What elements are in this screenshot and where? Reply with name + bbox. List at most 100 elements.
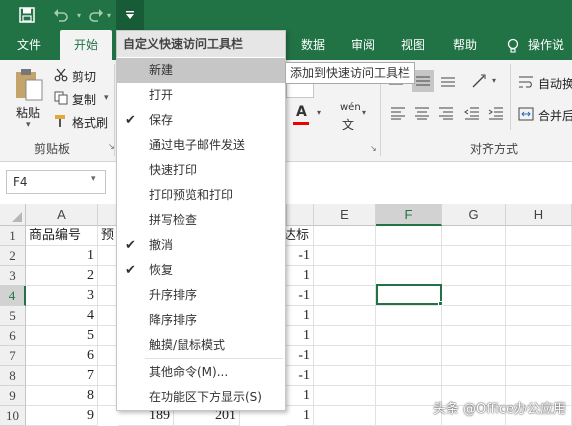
cell-b4[interactable]: [98, 286, 118, 306]
row-header[interactable]: 4: [0, 286, 26, 306]
row-header[interactable]: 9: [0, 386, 26, 406]
cell-h7[interactable]: [506, 346, 572, 366]
cell-e6[interactable]: [314, 326, 376, 346]
cell-f6[interactable]: [376, 326, 442, 346]
menu-item[interactable]: 拼写检查: [117, 208, 285, 233]
tell-me-search[interactable]: 操作说: [528, 30, 572, 60]
name-box-dropdown-icon[interactable]: ▾: [91, 174, 96, 184]
cell-b1[interactable]: 预: [98, 226, 118, 246]
align-right-icon[interactable]: [438, 106, 454, 120]
cell-g2[interactable]: [442, 246, 506, 266]
cell-f2[interactable]: [376, 246, 442, 266]
cell-e3[interactable]: [314, 266, 376, 286]
cell-f7[interactable]: [376, 346, 442, 366]
row-header[interactable]: 5: [0, 306, 26, 326]
cell-a9[interactable]: 8: [26, 386, 98, 406]
cell-d6[interactable]: 1: [286, 326, 314, 346]
copy-dropdown-icon[interactable]: ▾: [104, 93, 109, 103]
merge-center-icon[interactable]: [518, 106, 534, 122]
fill-handle[interactable]: [438, 301, 443, 306]
align-left-icon[interactable]: [390, 106, 406, 120]
cell-d5[interactable]: 1: [286, 306, 314, 326]
cell-g1[interactable]: [442, 226, 506, 246]
cell-g4[interactable]: [442, 286, 506, 306]
row-header[interactable]: 10: [0, 406, 26, 426]
row-header[interactable]: 7: [0, 346, 26, 366]
increase-indent-icon[interactable]: [488, 106, 504, 120]
format-painter-button[interactable]: 格式刷: [72, 114, 108, 131]
cell-f5[interactable]: [376, 306, 442, 326]
cell-b7[interactable]: [98, 346, 118, 366]
column-header-d[interactable]: [286, 204, 314, 226]
redo-dropdown-icon[interactable]: ▾: [104, 0, 114, 30]
cell-d9[interactable]: 1: [286, 386, 314, 406]
menu-item[interactable]: ✔ 恢复: [117, 258, 285, 283]
font-color-dropdown-icon[interactable]: ▾: [317, 108, 321, 117]
cell-h6[interactable]: [506, 326, 572, 346]
tab-home[interactable]: 开始: [60, 30, 112, 60]
cell-h8[interactable]: [506, 366, 572, 386]
menu-item[interactable]: ✔ 撤消: [117, 233, 285, 258]
cell-a4[interactable]: 3: [26, 286, 98, 306]
menu-item[interactable]: 降序排序: [117, 308, 285, 333]
row-header[interactable]: 8: [0, 366, 26, 386]
name-box[interactable]: F4 ▾: [6, 170, 106, 194]
save-icon[interactable]: [14, 0, 40, 30]
column-header-g[interactable]: G: [442, 204, 506, 226]
cell-e8[interactable]: [314, 366, 376, 386]
cell-d3[interactable]: 1: [286, 266, 314, 286]
cell-g3[interactable]: [442, 266, 506, 286]
cell-e4[interactable]: [314, 286, 376, 306]
cut-button[interactable]: 剪切: [72, 68, 96, 85]
cell-d10[interactable]: 1: [286, 406, 314, 426]
tab-data[interactable]: 数据: [290, 30, 336, 60]
cell-a8[interactable]: 7: [26, 366, 98, 386]
paste-dropdown-icon[interactable]: ▾: [26, 120, 31, 130]
wrap-text-button[interactable]: 自动换: [538, 75, 572, 92]
menu-item[interactable]: 在功能区下方显示(S): [117, 385, 285, 410]
cell-e5[interactable]: [314, 306, 376, 326]
cell-e7[interactable]: [314, 346, 376, 366]
cell-a2[interactable]: 1: [26, 246, 98, 266]
merge-center-button[interactable]: 合并后: [538, 107, 572, 124]
menu-item[interactable]: ✔ 保存: [117, 108, 285, 133]
undo-icon[interactable]: [48, 0, 74, 30]
cell-g5[interactable]: [442, 306, 506, 326]
cell-a7[interactable]: 6: [26, 346, 98, 366]
active-cell-f4[interactable]: [376, 284, 442, 305]
select-all-corner[interactable]: [0, 204, 26, 226]
column-header-h[interactable]: H: [506, 204, 572, 226]
cell-g6[interactable]: [442, 326, 506, 346]
cell-a5[interactable]: 4: [26, 306, 98, 326]
row-header[interactable]: 1: [0, 226, 26, 246]
column-header-a[interactable]: A: [26, 204, 98, 226]
cell-a1[interactable]: 商品编号: [26, 226, 98, 246]
row-header[interactable]: 3: [0, 266, 26, 286]
menu-item[interactable]: 触摸/鼠标模式: [117, 333, 285, 358]
cell-e10[interactable]: [314, 406, 376, 426]
menu-item[interactable]: 打开: [117, 83, 285, 108]
cell-e9[interactable]: [314, 386, 376, 406]
cell-d4[interactable]: -1: [286, 286, 314, 306]
cell-e1[interactable]: [314, 226, 376, 246]
paste-button[interactable]: 粘贴: [16, 104, 40, 121]
orientation-icon[interactable]: [470, 72, 488, 90]
menu-item[interactable]: 升序排序: [117, 283, 285, 308]
menu-item[interactable]: 新建: [117, 58, 285, 83]
menu-item[interactable]: 打印预览和打印: [117, 183, 285, 208]
cell-b6[interactable]: [98, 326, 118, 346]
phonetic-dropdown-icon[interactable]: ▾: [362, 108, 366, 117]
align-middle-icon[interactable]: [412, 70, 434, 92]
cell-b9[interactable]: [98, 386, 118, 406]
menu-item[interactable]: 通过电子邮件发送: [117, 133, 285, 158]
column-header-b[interactable]: [98, 204, 118, 226]
cell-b8[interactable]: [98, 366, 118, 386]
align-bottom-icon[interactable]: [440, 74, 456, 88]
menu-item[interactable]: 快速打印: [117, 158, 285, 183]
cell-a10[interactable]: 9: [26, 406, 98, 426]
copy-button[interactable]: 复制: [72, 91, 96, 108]
cell-b5[interactable]: [98, 306, 118, 326]
align-center-icon[interactable]: [414, 106, 430, 120]
cell-e2[interactable]: [314, 246, 376, 266]
cell-f1[interactable]: [376, 226, 442, 246]
